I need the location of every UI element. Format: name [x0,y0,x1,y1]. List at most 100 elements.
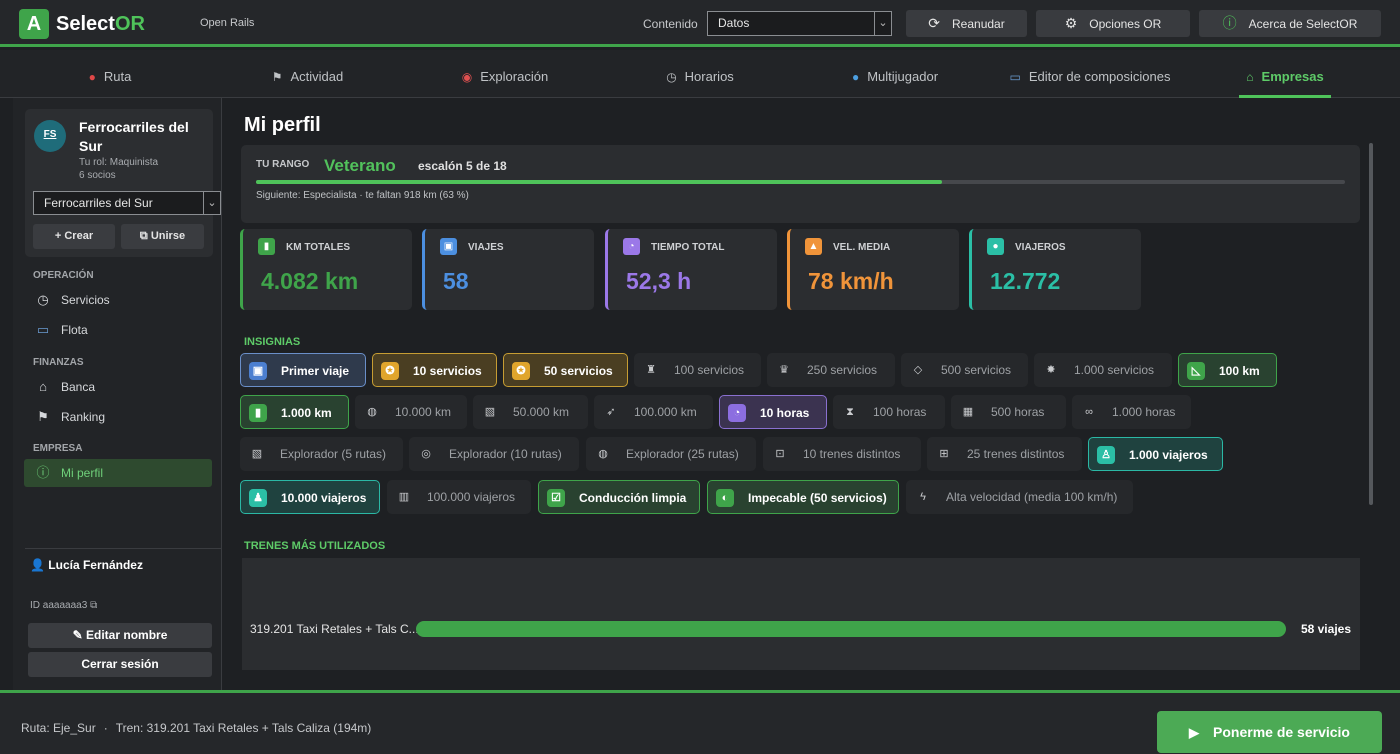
tab-horarios[interactable]: ◷ Horarios [656,50,744,98]
crown-icon: ♛ [779,364,789,376]
badge-label: 100.000 km [634,405,697,419]
stat-label: VIAJEROS [1015,242,1066,253]
sidebar-item-mi-perfil[interactable]: ⓘ Mi perfil [24,459,212,487]
tab-ruta[interactable]: ● Ruta [80,50,140,98]
ruler-icon: ◺ [1187,362,1205,380]
tab-editor-label: Editor de composiciones [1028,69,1171,84]
tab-horarios-label: Horarios [684,69,734,84]
badge-item: ♛ 250 servicios [767,353,895,387]
badge-label: Explorador (10 rutas) [449,447,562,461]
sidebar-item-ranking[interactable]: ⚑ Ranking [24,403,212,431]
sidebar-item-label: Flota [61,323,88,337]
ticket-icon: ▣ [249,362,267,380]
app-logo-icon: A [19,9,49,39]
chevron-down-icon[interactable]: ⌄ [874,12,891,35]
badge-item: ✪ 50 servicios [503,353,628,387]
content-select[interactable]: Datos ⌄ [707,11,892,36]
badge-item: ◺ 100 km [1178,353,1277,387]
ruler-icon: ▮ [249,404,267,422]
tab-editor[interactable]: ▭ Editor de composiciones [1005,50,1175,98]
calendar-icon: ▦ [962,406,974,418]
stat-viajeros: ● VIAJEROS 12.772 [969,229,1141,310]
diamond-icon: ◇ [913,364,923,376]
sidebar-item-label: Banca [61,380,96,394]
badge-label: 1.000 servicios [1074,363,1155,377]
sidebar-item-servicios[interactable]: ◷ Servicios [24,286,212,314]
main-scrollbar[interactable] [1369,143,1373,505]
badge-label: Conducción limpia [579,491,687,505]
badge-label: 100 servicios [674,363,745,377]
bank-icon: ⌂ [1246,70,1254,84]
join-company-button[interactable]: ⧉ Unirse [121,224,204,249]
badge-label: 100 horas [873,405,927,419]
company-select[interactable]: Ferrocarriles del Sur ⌄ [33,191,221,215]
stat-value: 58 [443,268,469,294]
stat-label: VEL. MEDIA [833,242,891,253]
badge-label: Alta velocidad (media 100 km/h) [946,490,1118,504]
edit-name-button[interactable]: ✎ Editar nombre [28,623,212,648]
or-options-label: Opciones OR [1089,17,1162,31]
tab-actividad[interactable]: ⚑ Actividad [265,50,350,98]
sidebar-item-flota[interactable]: ▭ Flota [24,316,212,344]
info-icon: ⓘ [1222,15,1237,31]
badge-item: ◇ 500 servicios [901,353,1028,387]
stat-km-totales: ▮ KM TOTALES 4.082 km [240,229,412,310]
person-icon: ♙ [1097,446,1115,464]
shield-icon: ◐ [716,489,734,507]
hourglass-icon: ⧗ [846,406,854,418]
badge-item: ✪ 10 servicios [372,353,497,387]
logout-button[interactable]: Cerrar sesión [28,652,212,677]
rank-progress-fill [256,180,943,184]
rank-label: TU RANGO [256,159,310,170]
badge-label: Explorador (25 rutas) [626,447,739,461]
company-avatar: FS [34,120,66,152]
copy-icon[interactable]: ⧉ [90,600,97,611]
join-icon: ⧉ [139,230,151,242]
badge-label: 50 servicios [544,364,613,378]
section-empresa: EMPRESA [33,443,83,454]
tab-actividad-label: Actividad [290,69,344,84]
badge-item: ✸ 1.000 servicios [1034,353,1172,387]
badge-item: ▣ Primer viaje [240,353,366,387]
badge-item: ◍ 10.000 km [355,395,467,429]
trains-card: 319.201 Taxi Retales + Tals C... 58 viaj… [242,558,1360,670]
sidebar-item-banca[interactable]: ⌂ Banca [24,373,212,401]
product-name: Open Rails [200,17,255,29]
tab-empresas[interactable]: ⌂ Empresas [1239,50,1331,98]
resume-button[interactable]: ⟳ Reanudar [906,10,1027,37]
badge-label: 25 trenes distintos [967,447,1065,461]
about-label: Acerca de SelectOR [1248,17,1358,31]
company-role: Tu rol: Maquinista [79,157,159,168]
footer-train: Tren: 319.201 Taxi Retales + Tals Caliza… [115,721,372,735]
globe-icon: ◍ [367,406,377,418]
tab-multijugador[interactable]: ● Multijugador [840,50,950,98]
or-options-button[interactable]: ⚙ Opciones OR [1036,10,1190,37]
brand-accent: OR [114,13,145,35]
rank-card: TU RANGO Veterano escalón 5 de 18 Siguie… [241,145,1360,223]
sun-icon: ✸ [1046,364,1056,376]
badge-item: ♟ 10.000 viajeros [240,480,380,514]
sidebar-item-label: Ranking [61,410,106,424]
user-name-text: Lucía Fernández [48,558,143,572]
tab-empresas-label: Empresas [1261,69,1324,84]
badge-item: ♙ 1.000 viajeros [1088,437,1223,471]
tab-exploracion[interactable]: ◉ Exploración [455,50,555,98]
company-name: Ferrocarriles del Sur [79,119,189,154]
badge-item: ♜ 100 servicios [634,353,761,387]
badge-item: ◎ Explorador (10 rutas) [409,437,579,471]
badge-label: 10.000 viajeros [281,491,367,505]
sidebar-item-label: Mi perfil [61,466,104,480]
about-button[interactable]: ⓘ Acerca de SelectOR [1199,10,1381,37]
chevron-down-icon[interactable]: ⌄ [203,191,221,215]
stopwatch-icon: ◔ [623,238,640,255]
footer-route: Ruta: Eje_Sur [21,721,96,735]
content-select-value: Datos [718,16,750,30]
create-company-button[interactable]: + Crear [33,224,115,249]
ticket-icon: ▣ [440,238,457,255]
start-service-button[interactable]: ▶ Ponerme de servicio [1157,711,1382,753]
tab-exploracion-label: Exploración [480,69,549,84]
trophy-icon: ♜ [646,364,656,376]
badge-label: Explorador (5 rutas) [280,447,387,461]
badge-item: ⧗ 100 horas [833,395,945,429]
page-title: Mi perfil [244,114,321,136]
